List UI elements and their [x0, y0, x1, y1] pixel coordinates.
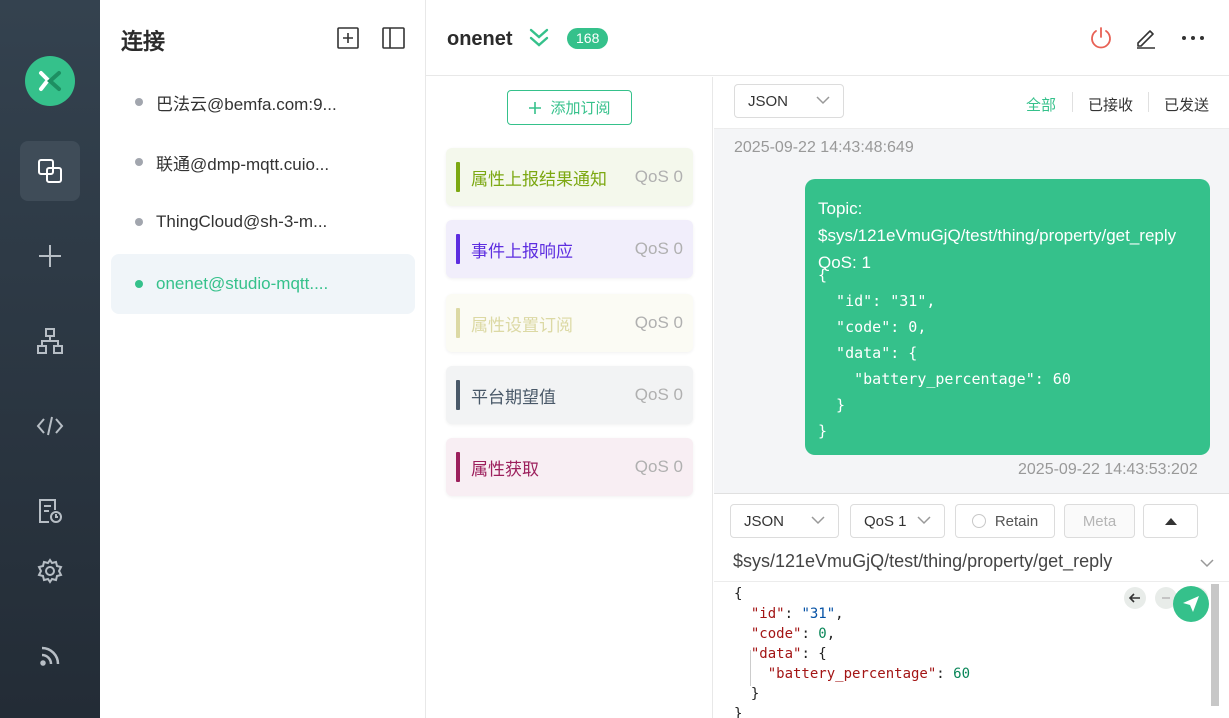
- subscription-qos: QoS 0: [634, 239, 683, 258]
- mqttx-window: 连接 巴法云@bemfa.com:9... 联通@dmp-mqtt.cuio..…: [0, 0, 1229, 718]
- toggle-sidebar-icon[interactable]: [381, 26, 405, 50]
- left-rail: [0, 0, 100, 718]
- message-timestamp: 2025-09-22 14:43:53:202: [1018, 461, 1198, 478]
- send-message-button[interactable]: [1173, 586, 1209, 622]
- subscriptions-panel: 添加订阅 属性上报结果通知 QoS 0 事件上报响应 QoS 0 属性设置订阅 QoS 0…: [426, 77, 713, 718]
- subscription-item[interactable]: 事件上报响应 QoS 0: [446, 220, 693, 278]
- publish-topic-input[interactable]: $sys/121eVmuGjQ/test/thing/property/get_…: [733, 551, 1112, 572]
- message-timestamp: 2025-09-22 14:43:48:649: [734, 139, 914, 156]
- payload-editor[interactable]: { "id": "31", "code": 0, "data": { "batt…: [714, 581, 1229, 718]
- subscription-qos: QoS 0: [634, 385, 683, 404]
- history-back-icon[interactable]: [1124, 587, 1146, 609]
- payload-code[interactable]: { "id": "31", "code": 0, "data": { "batt…: [734, 584, 970, 718]
- add-subscription-button[interactable]: 添加订阅: [507, 90, 632, 125]
- message-payload: { "id": "31", "code": 0, "data": { "batt…: [818, 266, 1071, 440]
- connection-item[interactable]: 巴法云@bemfa.com:9...: [111, 72, 415, 132]
- connections-panel: 连接 巴法云@bemfa.com:9... 联通@dmp-mqtt.cuio..…: [100, 0, 426, 718]
- subscription-color-bar: [456, 308, 460, 338]
- collapse-chevron-icon[interactable]: [528, 26, 550, 55]
- retain-label: Retain: [994, 512, 1039, 530]
- filter-divider: [1072, 92, 1073, 112]
- connection-item[interactable]: 联通@dmp-mqtt.cuio...: [111, 132, 415, 192]
- expand-publish-button[interactable]: [1143, 504, 1198, 538]
- subscription-topic: 属性上报结果通知: [471, 169, 607, 189]
- qos-value: QoS 1: [864, 512, 907, 530]
- filter-sent-tab[interactable]: 已发送: [1164, 94, 1209, 115]
- subscription-item[interactable]: 平台期望值 QoS 0: [446, 366, 693, 424]
- log-nav-icon[interactable]: [20, 481, 80, 541]
- message-count-badge: 168: [567, 28, 609, 49]
- script-nav-icon[interactable]: [20, 396, 80, 456]
- publish-panel: JSON QoS 1 Retain Meta $sys/121eVmuGjQ/t…: [714, 493, 1229, 718]
- feed-nav-icon[interactable]: [20, 626, 80, 686]
- subscription-topic: 事件上报响应: [471, 241, 573, 261]
- subscription-item[interactable]: 属性设置订阅 QoS 0: [446, 294, 693, 352]
- subscription-topic: 平台期望值: [471, 387, 556, 407]
- edit-pencil-icon[interactable]: [1132, 24, 1160, 52]
- connection-name: ThingCloud@sh-3-m...: [156, 212, 328, 231]
- connections-title: 连接: [121, 29, 166, 54]
- status-dot: [135, 98, 143, 106]
- messages-toolbar: JSON 全部 已接收 已发送: [714, 77, 1229, 129]
- publish-format-select[interactable]: JSON: [730, 504, 839, 538]
- filter-divider: [1148, 92, 1149, 112]
- topology-nav-icon[interactable]: [20, 311, 80, 371]
- status-dot: [135, 218, 143, 226]
- connection-name: onenet@studio-mqtt....: [156, 274, 329, 293]
- subscription-item[interactable]: 属性获取 QoS 0: [446, 438, 693, 496]
- qos-select[interactable]: QoS 1: [850, 504, 945, 538]
- publish-format-value: JSON: [744, 512, 785, 530]
- payload-format-value: JSON: [748, 92, 789, 110]
- settings-gear-icon[interactable]: [20, 541, 80, 601]
- connection-name: 巴法云@bemfa.com:9...: [156, 94, 337, 114]
- subscription-color-bar: [456, 234, 460, 264]
- connection-item[interactable]: ThingCloud@sh-3-m...: [111, 192, 415, 252]
- connection-item-active[interactable]: onenet@studio-mqtt....: [111, 254, 415, 314]
- subscription-topic: 属性设置订阅: [471, 315, 573, 335]
- code-line: {: [734, 586, 743, 602]
- plus-icon: [529, 101, 542, 114]
- indent-guide: [750, 650, 751, 686]
- add-connection-button[interactable]: [336, 26, 360, 50]
- subscription-color-bar: [456, 162, 460, 192]
- connection-header: onenet 168: [426, 0, 1229, 76]
- connections-nav-icon[interactable]: [20, 141, 80, 201]
- subscription-item[interactable]: 属性上报结果通知 QoS 0: [446, 148, 693, 206]
- connection-title: onenet: [447, 28, 513, 50]
- topic-history-chevron-icon[interactable]: [1200, 559, 1214, 568]
- subscription-qos: QoS 0: [634, 313, 683, 332]
- caret-up-icon: [1164, 518, 1177, 525]
- subscription-color-bar: [456, 452, 460, 482]
- connection-name: 联通@dmp-mqtt.cuio...: [156, 154, 330, 174]
- subscription-topic: 属性获取: [471, 459, 539, 479]
- status-dot: [135, 158, 143, 166]
- add-subscription-label: 添加订阅: [550, 100, 611, 117]
- subscription-qos: QoS 0: [634, 457, 683, 476]
- new-connection-nav-icon[interactable]: [20, 226, 80, 286]
- more-options-icon[interactable]: [1179, 24, 1207, 52]
- subscription-qos: QoS 0: [634, 167, 683, 186]
- app-logo-icon: [25, 56, 75, 106]
- chevron-down-icon: [917, 516, 931, 525]
- send-icon: [1183, 596, 1199, 612]
- disconnect-power-icon[interactable]: [1087, 24, 1115, 52]
- filter-all-tab[interactable]: 全部: [1026, 94, 1056, 115]
- chevron-down-icon: [816, 96, 830, 105]
- chevron-down-icon: [811, 516, 825, 525]
- editor-scrollbar[interactable]: [1211, 584, 1219, 706]
- retain-radio[interactable]: [971, 514, 986, 528]
- retain-toggle[interactable]: Retain: [955, 504, 1055, 538]
- filter-received-tab[interactable]: 已接收: [1088, 94, 1133, 115]
- payload-format-select[interactable]: JSON: [734, 84, 844, 118]
- status-dot: [135, 280, 143, 288]
- messages-panel: JSON 全部 已接收 已发送 2025-09-22 14:43:48:649 …: [714, 77, 1229, 493]
- sent-message-bubble[interactable]: Topic: $sys/121eVmuGjQ/test/thing/proper…: [805, 179, 1210, 455]
- meta-button[interactable]: Meta: [1064, 504, 1135, 538]
- subscription-color-bar: [456, 380, 460, 410]
